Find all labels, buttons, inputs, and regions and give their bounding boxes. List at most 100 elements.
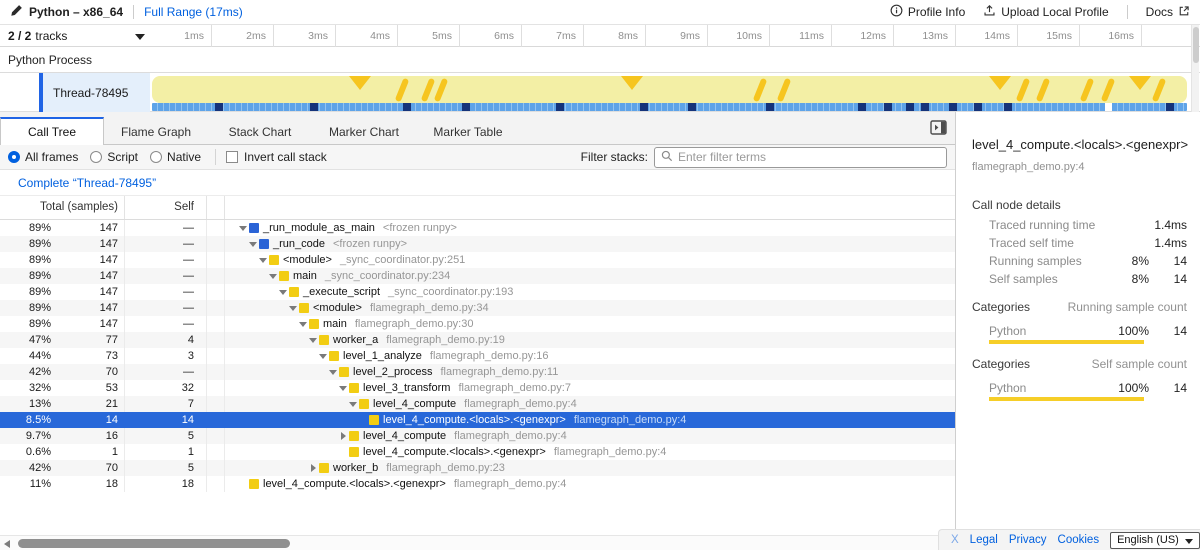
detail-value: 1.4ms xyxy=(1149,218,1187,232)
tab-stack-chart[interactable]: Stack Chart xyxy=(208,117,312,144)
expand-arrow-icon[interactable] xyxy=(297,322,309,327)
table-row[interactable]: 89%147—_run_code<frozen runpy> xyxy=(0,236,955,252)
expand-arrow-icon[interactable] xyxy=(317,354,329,359)
footer-link-privacy[interactable]: Privacy xyxy=(1009,534,1047,546)
ruler-tick: 7ms xyxy=(522,25,584,47)
ruler-tick: 6ms xyxy=(460,25,522,47)
filter-stacks-input[interactable] xyxy=(678,150,940,164)
cell-category xyxy=(207,316,225,332)
radio-script[interactable]: Script xyxy=(90,150,138,164)
expand-arrow-icon[interactable] xyxy=(307,338,319,343)
upload-icon xyxy=(983,4,996,20)
sidebar-toggle-button[interactable] xyxy=(928,118,948,136)
table-row[interactable]: 89%147—<module>_sync_coordinator.py:251 xyxy=(0,252,955,268)
expand-arrow-icon[interactable] xyxy=(237,226,249,231)
category-icon-yellow xyxy=(249,479,259,489)
table-row[interactable]: 47%774worker_aflamegraph_demo.py:19 xyxy=(0,332,955,348)
table-row[interactable]: 42%705worker_bflamegraph_demo.py:23 xyxy=(0,460,955,476)
radio-all-frames[interactable]: All frames xyxy=(8,150,78,164)
edit-pencil-icon[interactable] xyxy=(10,4,23,20)
thread-track-canvas[interactable] xyxy=(150,73,1190,112)
cell-function: level_3_transformflamegraph_demo.py:7 xyxy=(225,380,955,396)
table-row[interactable]: 13%217level_4_computeflamegraph_demo.py:… xyxy=(0,396,955,412)
horizontal-scroll-thumb[interactable] xyxy=(18,539,290,548)
docs-link[interactable]: Docs xyxy=(1146,5,1190,20)
expand-arrow-icon[interactable] xyxy=(327,370,339,375)
expand-arrow-icon[interactable] xyxy=(337,386,349,391)
expand-arrow-icon[interactable] xyxy=(277,290,289,295)
footer-link-legal[interactable]: Legal xyxy=(970,534,998,546)
process-track-header[interactable]: Python Process xyxy=(0,47,1200,73)
table-row[interactable]: 8.5%1414level_4_compute.<locals>.<genexp… xyxy=(0,412,955,428)
thread-track-row[interactable]: Thread-78495 xyxy=(0,73,1200,112)
expand-arrow-icon[interactable] xyxy=(247,242,259,247)
cell-self: 18 xyxy=(125,476,207,492)
cell-total-percent: 13% xyxy=(0,396,55,412)
invert-call-stack-checkbox[interactable]: Invert call stack xyxy=(226,150,327,164)
table-row[interactable]: 89%147—_execute_script_sync_coordinator.… xyxy=(0,284,955,300)
function-name: level_4_compute xyxy=(363,430,446,442)
marker-triangle-icon xyxy=(349,76,371,90)
category-icon-yellow xyxy=(339,367,349,377)
detail-label: Self samples xyxy=(989,272,1107,286)
breadcrumb[interactable]: Complete “Thread-78495” xyxy=(18,176,156,190)
full-range-link[interactable]: Full Range (17ms) xyxy=(144,5,243,19)
table-row[interactable]: 89%147—<module>flamegraph_demo.py:34 xyxy=(0,300,955,316)
table-row[interactable]: 0.6%11level_4_compute.<locals>.<genexpr>… xyxy=(0,444,955,460)
expand-arrow-icon[interactable] xyxy=(267,274,279,279)
function-name: main xyxy=(293,270,317,282)
table-row[interactable]: 89%147—main_sync_coordinator.py:234 xyxy=(0,268,955,284)
function-name: <module> xyxy=(283,254,332,266)
sample-dark-segment xyxy=(858,103,866,111)
expand-arrow-icon[interactable] xyxy=(257,258,269,263)
cell-total-samples: 14 xyxy=(55,412,125,428)
column-header-total[interactable]: Total (samples) xyxy=(0,196,125,219)
table-row[interactable]: 44%733level_1_analyzeflamegraph_demo.py:… xyxy=(0,348,955,364)
tracks-dropdown[interactable]: 2 / 2 tracks xyxy=(8,25,148,47)
expand-arrow-icon[interactable] xyxy=(287,306,299,311)
table-row[interactable]: 11%1818level_4_compute.<locals>.<genexpr… xyxy=(0,476,955,492)
sample-dark-segment xyxy=(310,103,318,111)
vertical-scroll-thumb[interactable] xyxy=(1193,27,1199,63)
ruler-tick: 14ms xyxy=(956,25,1018,47)
tab-marker-chart[interactable]: Marker Chart xyxy=(312,117,416,144)
footer-link-x[interactable]: X xyxy=(951,534,959,546)
cell-category xyxy=(207,284,225,300)
triangle-down xyxy=(259,258,267,263)
sample-dark-segment xyxy=(921,103,929,111)
table-row[interactable]: 89%147—mainflamegraph_demo.py:30 xyxy=(0,316,955,332)
expand-arrow-icon[interactable] xyxy=(337,432,349,440)
tab-marker-table[interactable]: Marker Table xyxy=(416,117,520,144)
category-icon-yellow xyxy=(319,463,329,473)
footer-link-cookies[interactable]: Cookies xyxy=(1058,534,1100,546)
category-icon-yellow xyxy=(299,303,309,313)
upload-profile-button[interactable]: Upload Local Profile xyxy=(983,4,1108,20)
scroll-left-arrow-icon[interactable] xyxy=(4,540,10,548)
cell-total-samples: 53 xyxy=(55,380,125,396)
horizontal-scrollbar[interactable] xyxy=(0,535,955,550)
timeline-vertical-scrollbar[interactable] xyxy=(1191,25,1199,118)
table-row[interactable]: 9.7%165level_4_computeflamegraph_demo.py… xyxy=(0,428,955,444)
table-row[interactable]: 32%5332level_3_transformflamegraph_demo.… xyxy=(0,380,955,396)
detail-value: 14 xyxy=(1149,254,1187,268)
radio-native[interactable]: Native xyxy=(150,150,201,164)
ruler-tick: 11ms xyxy=(770,25,832,47)
column-header-self[interactable]: Self xyxy=(125,196,207,219)
expand-arrow-icon[interactable] xyxy=(307,464,319,472)
tab-flame-graph[interactable]: Flame Graph xyxy=(104,117,208,144)
profile-info-button[interactable]: Profile Info xyxy=(890,4,965,20)
sidebar-node-file: flamegraph_demo.py:4 xyxy=(972,161,1085,173)
breadcrumb-row: Complete “Thread-78495” xyxy=(0,170,955,196)
tab-call-tree[interactable]: Call Tree xyxy=(0,117,104,145)
table-row[interactable]: 42%70—level_2_processflamegraph_demo.py:… xyxy=(0,364,955,380)
function-file: flamegraph_demo.py:4 xyxy=(454,478,567,490)
cell-total-samples: 147 xyxy=(55,236,125,252)
thread-track-label[interactable]: Thread-78495 xyxy=(43,73,150,112)
expand-arrow-icon[interactable] xyxy=(347,402,359,407)
sample-track[interactable] xyxy=(152,103,1187,111)
table-row[interactable]: 89%147—_run_module_as_main<frozen runpy> xyxy=(0,220,955,236)
cell-function: _run_module_as_main<frozen runpy> xyxy=(225,220,955,236)
marker-track[interactable] xyxy=(152,76,1187,103)
language-select[interactable]: English (US) xyxy=(1110,532,1200,549)
function-name: level_2_process xyxy=(353,366,433,378)
